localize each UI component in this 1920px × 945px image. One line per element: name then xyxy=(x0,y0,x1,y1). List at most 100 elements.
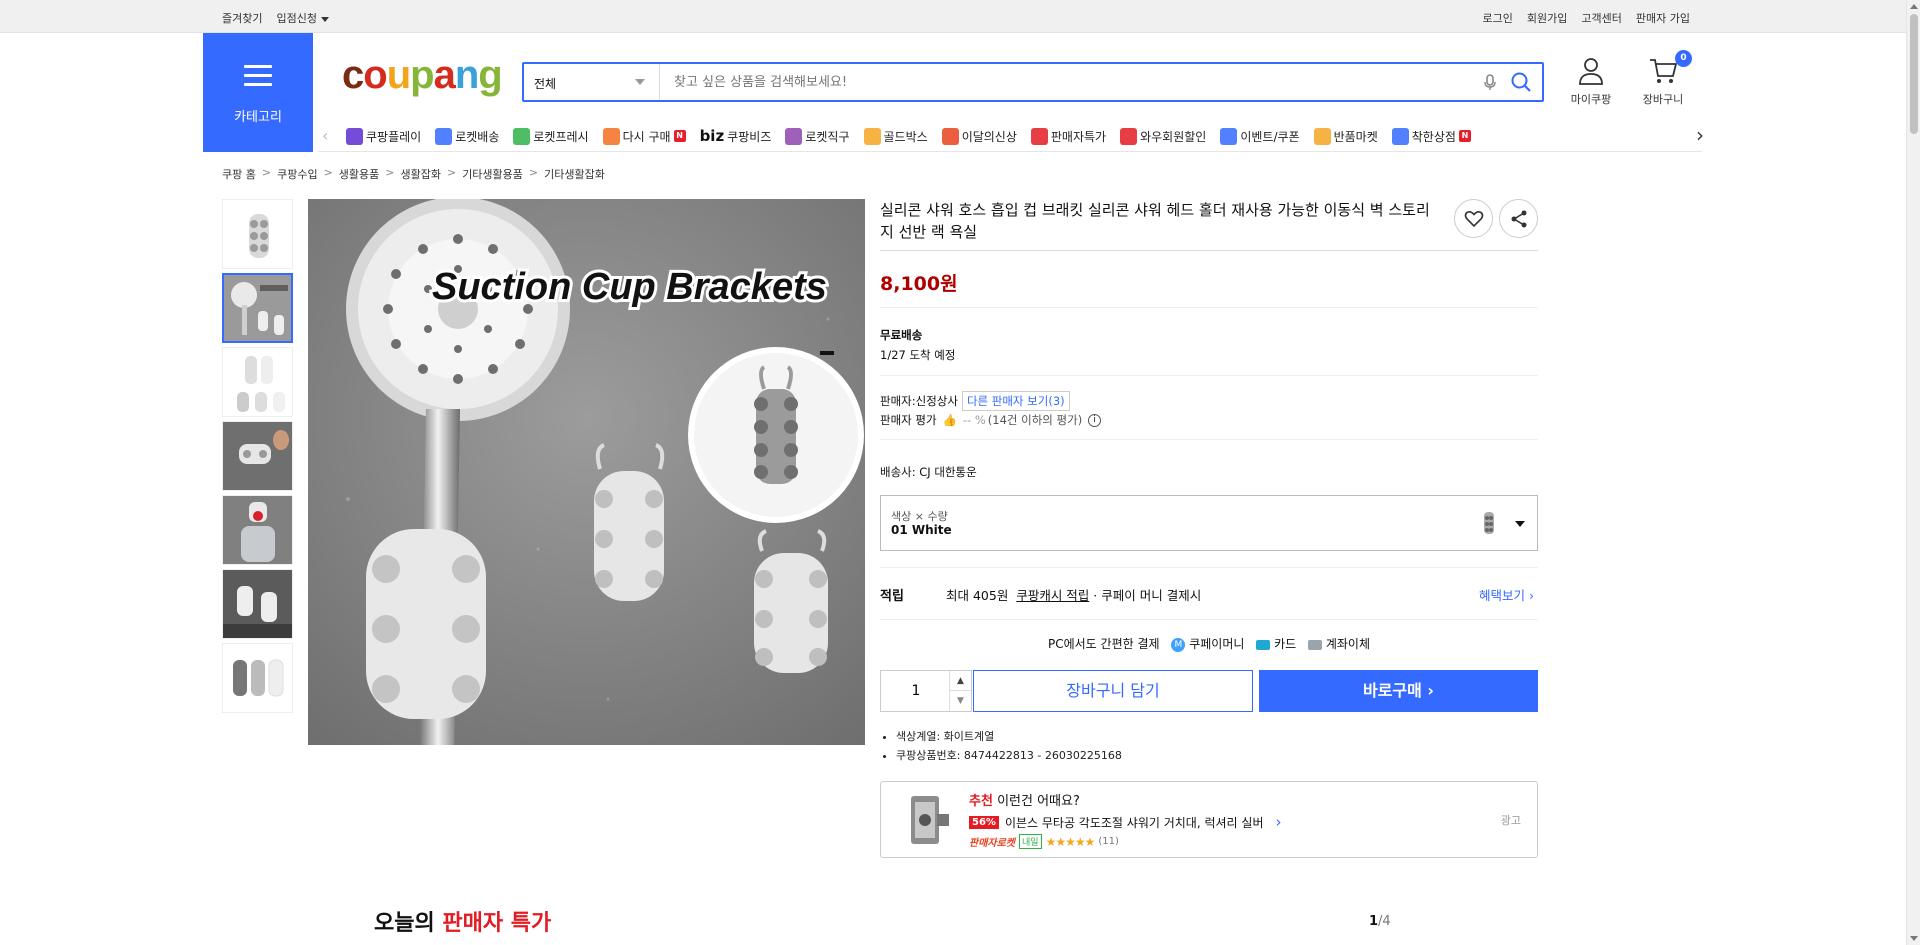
carrier-label: 배송사: xyxy=(880,465,916,479)
recommendation-card[interactable]: 추천 이런건 어때요? 56% 이븐스 무타공 각도조절 샤워기 거치대, 럭셔… xyxy=(880,781,1538,858)
nav-item-3[interactable]: 다시 구매 N xyxy=(602,127,686,145)
divider xyxy=(880,250,1538,251)
bank-icon xyxy=(1308,639,1322,650)
share-button[interactable] xyxy=(1499,199,1538,238)
breadcrumb-item[interactable]: 쿠팡 홈 xyxy=(222,166,256,182)
add-to-cart-button[interactable]: 장바구니 담기 xyxy=(973,670,1253,712)
other-sellers-button[interactable]: 다른 판매자 보기(3) xyxy=(961,391,1070,411)
thumbnail-6[interactable] xyxy=(222,569,293,639)
nav-prev-icon[interactable]: ‹ xyxy=(322,126,328,145)
nav-item-label: 쿠팡플레이 xyxy=(366,129,422,144)
breadcrumb-item[interactable]: 기타생활잡화 xyxy=(544,166,605,182)
wishlist-button[interactable] xyxy=(1454,199,1493,238)
divider xyxy=(880,439,1538,440)
thumbnail-7[interactable] xyxy=(222,643,293,713)
nav-item-0[interactable]: 쿠팡플레이 xyxy=(346,127,421,145)
chevron-right-icon[interactable]: › xyxy=(1275,813,1281,831)
nav-next-icon[interactable]: › xyxy=(1696,123,1704,147)
logo-letter: n xyxy=(454,53,479,97)
pay-method-coupay: 쿠페이머니 xyxy=(1189,637,1245,651)
product-attributes: 색상계열: 화이트계열 쿠팡상품번호: 8474422813 - 2603022… xyxy=(880,727,1122,765)
thumbnail-1[interactable] xyxy=(222,199,293,269)
nav-item-6[interactable]: 골드박스 xyxy=(863,127,928,145)
customer-center-link[interactable]: 고객센터 xyxy=(1581,10,1621,26)
quantity-decrease-icon[interactable]: ▼ xyxy=(950,691,971,711)
rocket-fresh-icon xyxy=(513,127,531,145)
breadcrumb-item[interactable]: 생활용품 xyxy=(339,166,379,182)
login-link[interactable]: 로그인 xyxy=(1483,10,1513,26)
benefit-link[interactable]: 혜택보기 › xyxy=(1479,585,1534,604)
nav-item-12[interactable]: 착한상점 N xyxy=(1391,127,1471,145)
coupang-cash-link[interactable]: 쿠팡캐시 적립 xyxy=(1016,588,1089,603)
nav-item-5[interactable]: 로켓직구 xyxy=(785,127,850,145)
deal-prefix: 오늘의 xyxy=(374,911,443,936)
scrollbar-thumb[interactable] xyxy=(1910,14,1918,134)
nav-item-10[interactable]: 이벤트/쿠폰 xyxy=(1220,127,1300,145)
thumbnail-5[interactable] xyxy=(222,495,293,565)
pay-intro: PC에서도 간편한 결제 xyxy=(1047,637,1160,651)
nav-item-label: 로켓프레시 xyxy=(533,129,589,144)
thumbnail-2-selected[interactable] xyxy=(222,273,293,343)
seller-apply-label: 입점신청 xyxy=(276,12,317,25)
nav-item-2[interactable]: 로켓프레시 xyxy=(513,127,589,145)
page-scrollbar[interactable] xyxy=(1906,0,1920,945)
seller-apply-link[interactable]: 입점신청 xyxy=(276,10,329,26)
scroll-down-icon[interactable] xyxy=(1910,936,1918,941)
top-utility-bar: 즐겨찾기 입점신청 로그인 회원가입 고객센터 판매자 가입 xyxy=(0,0,1906,33)
my-coupang-label: 마이쿠팡 xyxy=(1570,93,1612,106)
nav-item-label: 반품마켓 xyxy=(1333,129,1378,144)
shop-icon xyxy=(1391,127,1409,145)
category-button[interactable]: 카테고리 xyxy=(203,33,313,152)
breadcrumb-item[interactable]: 기타생활용품 xyxy=(462,166,523,182)
goldbox-icon xyxy=(863,127,881,145)
logo-letter: u xyxy=(386,53,411,97)
new-badge: N xyxy=(1458,130,1471,142)
coupang-logo[interactable]: coupang xyxy=(342,53,503,97)
nav-item-label: 다시 구매 xyxy=(622,129,671,144)
logo-letter: a xyxy=(433,53,456,97)
seller-name[interactable]: 신정상사 xyxy=(916,393,958,409)
nav-item-9[interactable]: 와우회원할인 xyxy=(1120,127,1206,145)
buy-now-button[interactable]: 바로구매 › xyxy=(1259,670,1538,712)
recommend-product-name: 이븐스 무타공 각도조절 샤워기 거치대, 럭셔리 실버 xyxy=(1004,815,1264,830)
nav-item-label: 이달의신상 xyxy=(961,129,1017,144)
search-category-select[interactable]: 전체 xyxy=(524,64,660,100)
breadcrumb-item[interactable]: 생활잡화 xyxy=(400,166,440,182)
market-icon xyxy=(1313,127,1331,145)
logo-letter: p xyxy=(410,53,434,97)
microphone-icon[interactable] xyxy=(1480,72,1500,92)
divider xyxy=(880,375,1538,376)
search-icon[interactable] xyxy=(1510,71,1532,93)
free-shipping-label: 무료배송 xyxy=(880,328,923,342)
nav-item-1[interactable]: 로켓배송 xyxy=(435,127,499,145)
nav-item-7[interactable]: 이달의신상 xyxy=(941,127,1017,145)
nav-item-4[interactable]: biz 쿠팡비즈 xyxy=(700,127,772,145)
info-icon[interactable]: i xyxy=(1088,413,1102,427)
scroll-up-icon[interactable] xyxy=(1910,4,1918,9)
seller-signup-link[interactable]: 판매자 가입 xyxy=(1636,10,1690,26)
quantity-input[interactable] xyxy=(881,671,951,711)
nav-item-8[interactable]: 판매자특가 xyxy=(1030,127,1106,145)
page-current: 1 xyxy=(1369,914,1379,929)
recommend-product-image xyxy=(901,790,953,850)
heart-icon xyxy=(1464,210,1483,227)
search-input[interactable] xyxy=(664,64,1464,100)
tomorrow-badge: 내일 xyxy=(1019,834,1042,849)
quantity-stepper: ▲ ▼ xyxy=(880,670,972,712)
category-nav-bar: ‹ 쿠팡플레이 로켓배송 로켓프레시 다시 구매 Nbiz 쿠팡비즈 로켓직구 골드박스 이달의… xyxy=(318,120,1704,152)
nav-item-label: 쿠팡비즈 xyxy=(727,129,772,144)
quantity-increase-icon[interactable]: ▲ xyxy=(950,671,971,691)
signup-link[interactable]: 회원가입 xyxy=(1527,10,1567,26)
option-select[interactable]: 색상 × 수량 01 White xyxy=(880,495,1538,551)
my-coupang-button[interactable]: 마이쿠팡 xyxy=(1556,56,1626,107)
breadcrumb: 쿠팡 홈 > 쿠팡수입 > 생활용품 > 생활잡화 > 기타생활용품 > 기타생활잡화 xyxy=(222,166,605,182)
nav-item-11[interactable]: 반품마켓 xyxy=(1313,127,1378,145)
rebuy-icon xyxy=(602,127,620,145)
payment-methods: PC에서도 간편한 결제 M 쿠페이머니 카드 계좌이체 xyxy=(880,635,1538,652)
thumbnail-3[interactable] xyxy=(222,347,293,417)
main-product-image[interactable]: Suction Cup Brackets xyxy=(308,199,865,745)
nav-item-label: 로켓배송 xyxy=(455,129,500,144)
thumbnail-4[interactable] xyxy=(222,421,293,491)
breadcrumb-item[interactable]: 쿠팡수입 xyxy=(277,166,317,182)
bookmark-link[interactable]: 즐겨찾기 xyxy=(222,10,262,26)
